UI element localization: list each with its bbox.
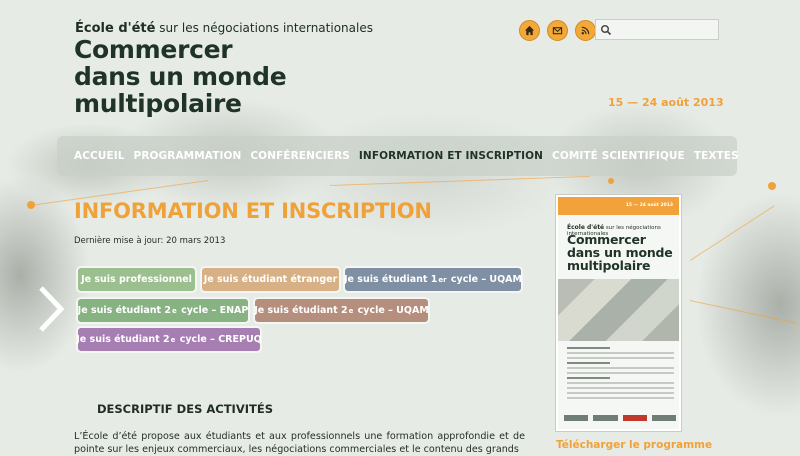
pill-label-post: cycle – UQAM	[357, 305, 429, 316]
pill-label: Je suis étudiant étranger	[203, 274, 338, 285]
poster-text-lines	[567, 347, 674, 402]
profile-button-2e-cycle-crepuq[interactable]: Je suis étudiant 2e cycle – CREPUQ	[76, 326, 262, 353]
connection-line	[690, 205, 775, 261]
connection-dot	[27, 201, 35, 209]
nav-item-accueil[interactable]: ACCUEIL	[74, 150, 125, 162]
section-title: DESCRIPTIF DES ACTIVITÉS	[97, 402, 273, 416]
pill-label-post: cycle – CREPUQ	[179, 334, 262, 345]
nav-item-programmation[interactable]: PROGRAMMATION	[134, 150, 242, 162]
pill-label-sup: e	[170, 335, 176, 344]
profile-button-professionnel[interactable]: Je suis professionnel	[76, 266, 197, 293]
pill-label-pre: Je suis étudiant 2	[254, 305, 348, 316]
kicker-bold: École d'été	[75, 21, 156, 36]
event-dates: 15 — 24 août 2013	[608, 96, 724, 109]
pill-label-sup: er	[438, 275, 447, 284]
site-kicker: École d'été sur les négociations interna…	[75, 21, 373, 36]
poster-image	[558, 279, 679, 341]
connection-dot	[768, 182, 776, 190]
search-input[interactable]	[612, 24, 716, 35]
connection-dot	[608, 178, 614, 184]
home-icon[interactable]	[519, 20, 540, 41]
body-paragraph: L’École d’été propose aux étudiants et a…	[74, 431, 525, 455]
search-box	[595, 19, 719, 40]
site-title-line: Commercer	[74, 35, 233, 64]
pill-label-sup: e	[172, 306, 177, 315]
profile-button-2e-cycle-enap[interactable]: Je suis étudiant 2e cycle – ENAP	[76, 297, 250, 324]
profile-button-1er-cycle-uqam[interactable]: Je suis étudiant 1 er cycle – UQAM	[343, 266, 523, 293]
connection-line	[330, 175, 590, 186]
rss-icon[interactable]	[575, 20, 596, 41]
last-updated: Dernière mise à jour: 20 mars 2013	[74, 236, 226, 246]
nav-item-comite-scientifique[interactable]: COMITÉ SCIENTIFIQUE	[552, 150, 685, 162]
site-title[interactable]: Commercer dans un monde multipolaire	[74, 36, 374, 117]
download-program-link[interactable]: Télécharger le programme	[556, 439, 712, 451]
kicker-rest: sur les négociations internationales	[159, 21, 373, 35]
nav-item-information-inscription[interactable]: INFORMATION ET INSCRIPTION	[359, 150, 543, 162]
poster-title-line: multipolaire	[567, 258, 651, 273]
profile-button-etudiant-etranger[interactable]: Je suis étudiant étranger	[200, 266, 341, 293]
pill-label-pre: Je suis étudiant 2	[76, 334, 170, 345]
poster-logos	[564, 413, 676, 423]
chevron-left-icon[interactable]	[35, 284, 67, 338]
poster-title: Commercer dans un monde multipolaire	[567, 233, 677, 272]
search-icon[interactable]	[600, 24, 612, 36]
pill-label: Je suis professionnel	[81, 274, 192, 285]
page-title: INFORMATION ET INSCRIPTION	[74, 199, 432, 223]
pill-label-pre: Je suis étudiant 1	[344, 274, 438, 285]
pill-label-pre: Je suis étudiant 2	[77, 305, 172, 316]
site-title-line: multipolaire	[74, 89, 242, 118]
poster-date: 15 — 24 août 2013	[625, 203, 673, 208]
site-title-line: dans un monde	[74, 62, 287, 91]
pill-label-post: cycle – ENAP	[181, 305, 249, 316]
nav-item-conferenciers[interactable]: CONFÉRENCIERS	[250, 150, 350, 162]
connection-line	[689, 300, 798, 324]
poster-kicker-bold: École d'été	[567, 224, 605, 231]
mail-icon[interactable]	[547, 20, 568, 41]
header-icons	[519, 20, 596, 41]
main-nav: ACCUEIL PROGRAMMATION CONFÉRENCIERS INFO…	[57, 136, 739, 176]
pill-label-sup: e	[348, 306, 354, 315]
pill-label-post: cycle – UQAM	[450, 274, 522, 285]
nav-item-textes[interactable]: TEXTES	[694, 150, 739, 162]
profile-button-2e-cycle-uqam[interactable]: Je suis étudiant 2e cycle – UQAM	[253, 297, 430, 324]
program-poster[interactable]: 15 — 24 août 2013 École d'été sur les né…	[556, 195, 681, 431]
